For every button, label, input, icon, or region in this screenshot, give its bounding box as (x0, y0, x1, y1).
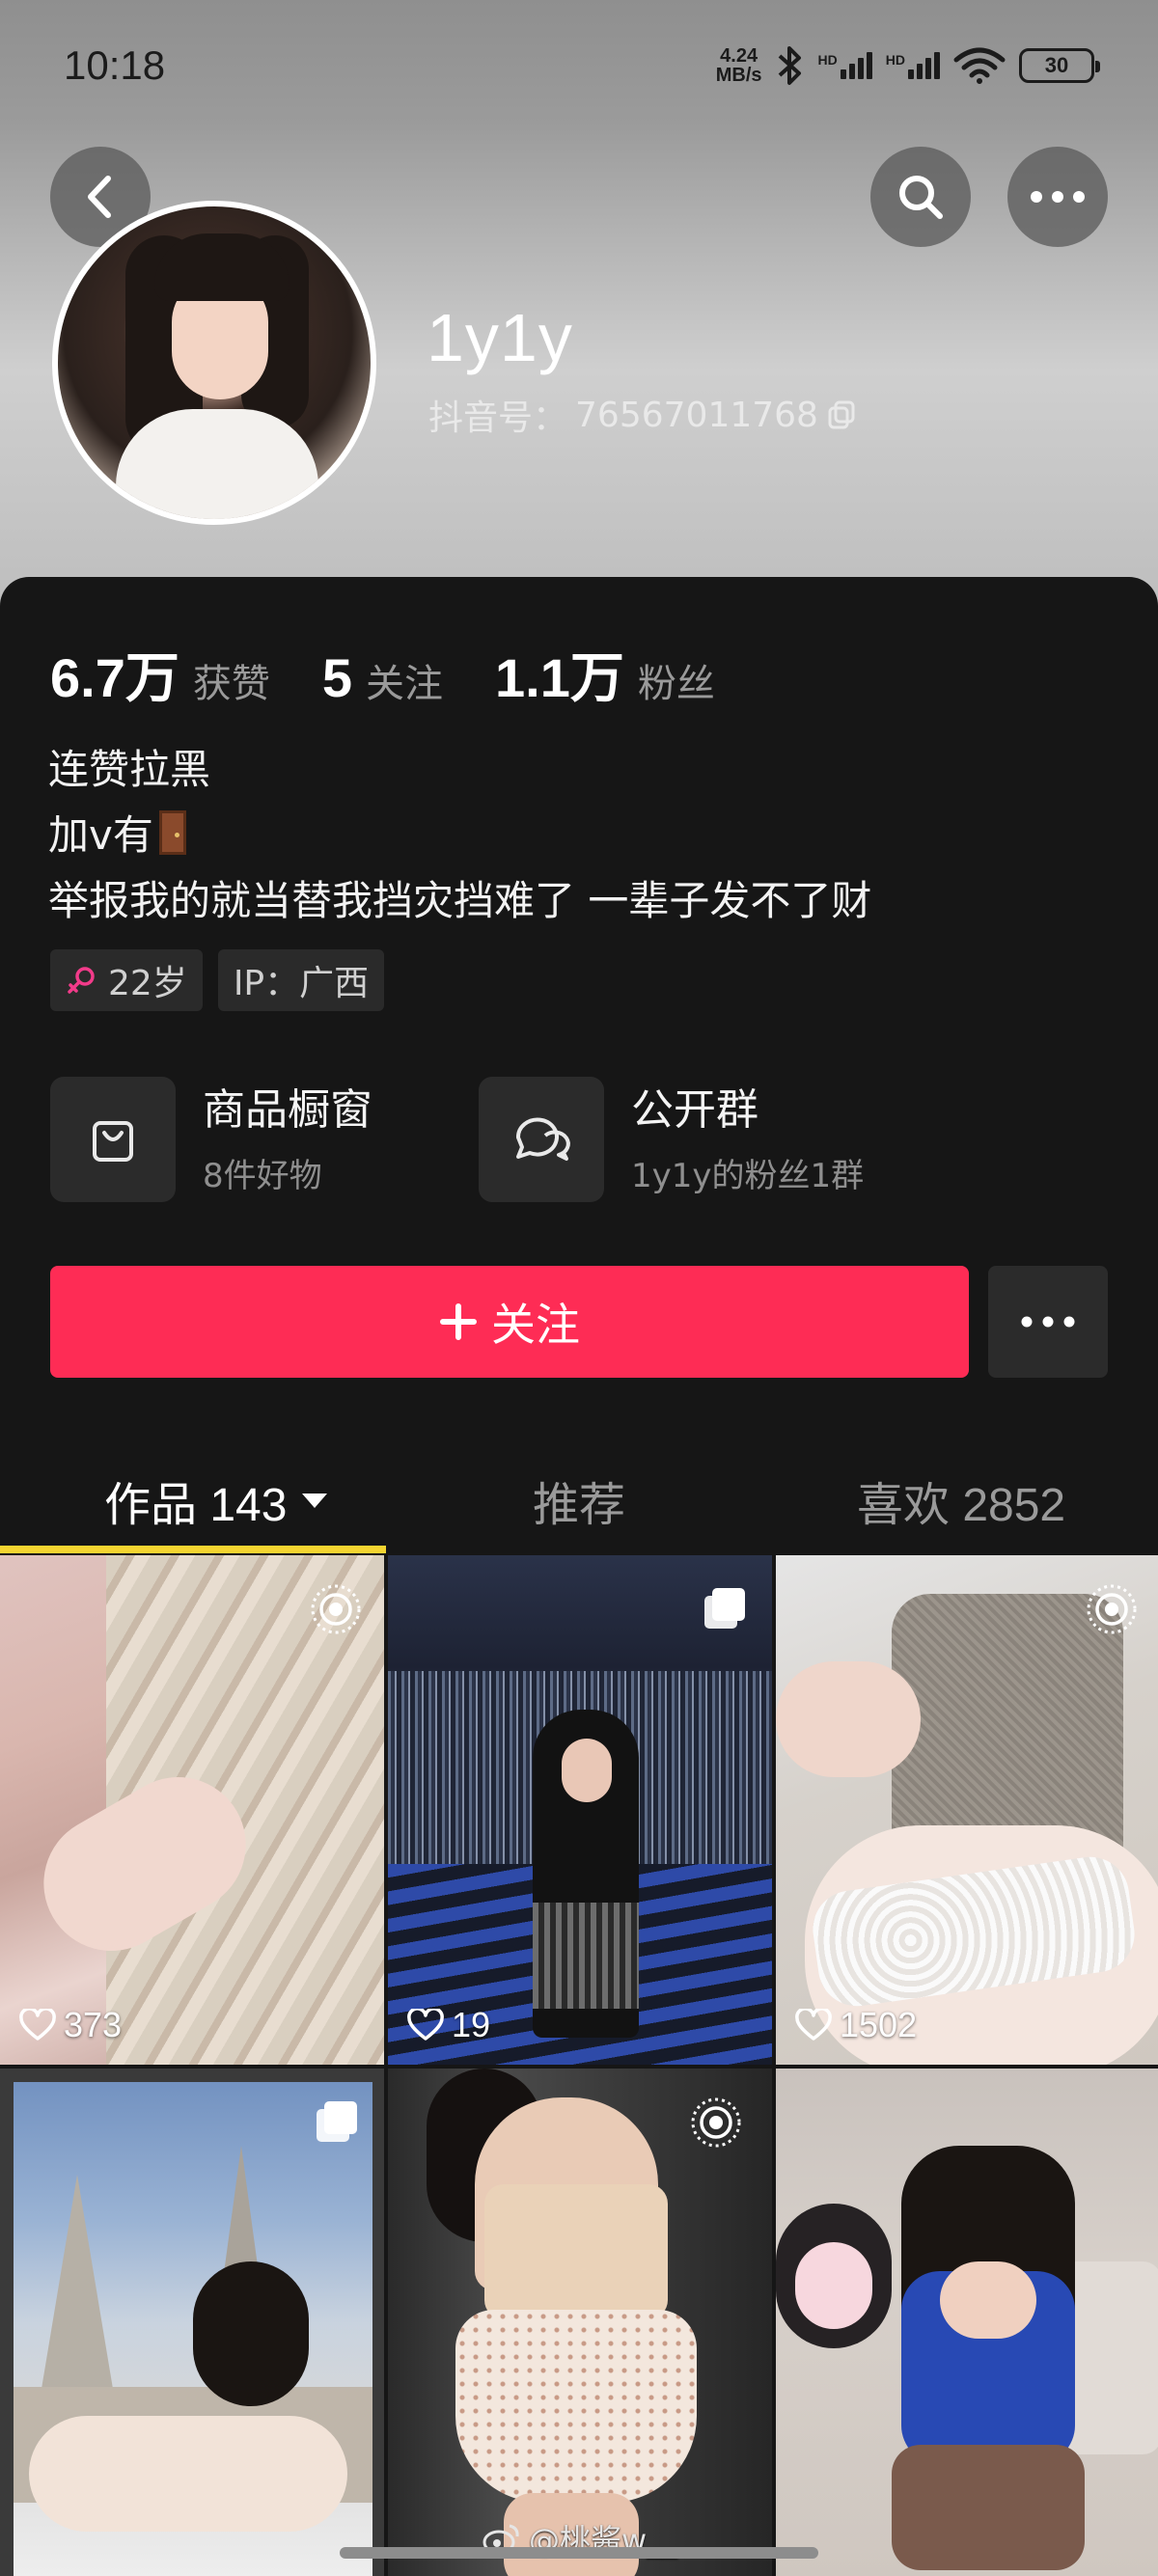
multi-image-icon (704, 1588, 745, 1629)
home-indicator[interactable] (340, 2547, 818, 2559)
profile-stats: 6.7万 获赞 5 关注 1.1万 粉丝 (50, 635, 767, 713)
ip-tag: IP：广西 (217, 949, 385, 1011)
bio-line: 举报我的就当替我挡灾挡难了 一辈子发不了财 (48, 877, 872, 924)
shop-window-card[interactable]: 商品橱窗 8件好物 (50, 1077, 372, 1202)
video-thumbnail[interactable]: 373 (0, 1555, 384, 2065)
heart-icon (19, 2009, 56, 2041)
heart-icon (795, 2009, 832, 2041)
plus-icon (440, 1303, 477, 1340)
live-photo-icon (691, 2097, 741, 2148)
live-photo-icon (311, 1584, 361, 1634)
shopping-bag-icon (93, 1121, 133, 1162)
follow-more-button[interactable] (988, 1266, 1108, 1378)
signal-2-icon: HD (886, 52, 940, 79)
battery-indicator: 30 (1019, 48, 1100, 83)
tab-indicator (0, 1546, 386, 1553)
bluetooth-icon (778, 46, 801, 85)
more-dots-icon (1021, 1316, 1075, 1328)
live-photo-icon (1087, 1584, 1137, 1634)
door-emoji-icon (158, 810, 186, 855)
bio-line: 连赞拉黑 (48, 746, 211, 793)
network-speed: 4.24 MB/s (715, 45, 762, 86)
heart-icon (407, 2009, 444, 2041)
public-group-card[interactable]: 公开群 1y1y的粉丝1群 (479, 1077, 864, 1202)
status-icons: 4.24 MB/s HD HD 30 (715, 44, 1100, 87)
multi-image-icon (317, 2101, 357, 2142)
video-thumbnail[interactable] (0, 2069, 384, 2576)
tab-likes[interactable]: 喜欢 2852 (857, 1466, 1065, 1534)
video-thumbnail[interactable]: 19 (388, 1555, 772, 2065)
female-icon (68, 967, 95, 994)
more-options-button[interactable] (1007, 147, 1108, 247)
video-thumbnail[interactable] (388, 2069, 772, 2576)
like-count: 1502 (795, 2005, 917, 2045)
content-tabs: 作品 143 推荐 喜欢 2852 (0, 1447, 1158, 1553)
search-icon (899, 176, 943, 219)
video-thumbnail[interactable]: 1502 (776, 1555, 1158, 2065)
like-count: 373 (19, 2005, 122, 2045)
status-bar: 10:18 4.24 MB/s HD HD 30 (0, 0, 1158, 145)
wifi-icon (953, 47, 1006, 84)
stat-likes[interactable]: 6.7万 获赞 (50, 635, 270, 713)
tab-recommend[interactable]: 推荐 (533, 1466, 625, 1534)
like-count: 19 (407, 2005, 490, 2045)
chevron-left-icon (88, 176, 111, 218)
follow-button[interactable]: 关注 (50, 1266, 969, 1378)
username: 1y1y (427, 300, 573, 375)
tab-works[interactable]: 作品 143 (104, 1466, 329, 1534)
stat-followers[interactable]: 1.1万 粉丝 (495, 635, 715, 713)
age-tag: 22岁 (50, 949, 203, 1011)
bio: 连赞拉黑 加v有 举报我的就当替我挡灾挡难了 一辈子发不了财 (48, 737, 871, 934)
search-button[interactable] (870, 147, 971, 247)
stat-following[interactable]: 5 关注 (322, 646, 443, 709)
signal-1-icon: HD (818, 52, 872, 79)
profile-tags: 22岁 IP：广西 (50, 949, 385, 1011)
status-time: 10:18 (64, 42, 166, 88)
avatar[interactable] (52, 201, 376, 525)
video-grid: 373 19 1502 (0, 1555, 1158, 2576)
more-dots-icon (1031, 191, 1085, 203)
douyin-id[interactable]: 抖音号： 76567011768 (428, 390, 859, 440)
chat-bubbles-icon (515, 1117, 570, 1161)
copy-icon[interactable] (826, 398, 859, 431)
bio-line: 加v有 (48, 803, 871, 868)
caret-down-icon (302, 1494, 328, 1508)
video-thumbnail[interactable] (776, 2069, 1158, 2576)
